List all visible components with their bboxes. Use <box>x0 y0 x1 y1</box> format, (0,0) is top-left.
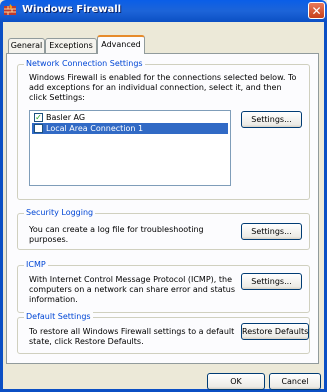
connection-label: Basler AG <box>46 113 86 122</box>
tab-general[interactable]: General <box>8 38 45 53</box>
tab-label: General <box>10 41 43 50</box>
close-icon: ✕ <box>311 4 322 18</box>
cancel-button[interactable]: Cancel <box>269 373 321 390</box>
title-bar[interactable]: Windows Firewall ✕ <box>0 0 327 22</box>
group-title: Security Logging <box>24 208 96 217</box>
connection-item[interactable]: Local Area Connection 1 <box>32 123 228 134</box>
ok-button[interactable]: OK <box>207 373 265 390</box>
security-logging-description: You can create a log file for troublesho… <box>29 225 204 244</box>
tab-exceptions[interactable]: Exceptions <box>45 38 97 53</box>
connection-checkbox[interactable]: ✓ <box>34 113 43 122</box>
network-settings-button[interactable]: Settings... <box>241 111 302 128</box>
network-description: Windows Firewall is enabled for the conn… <box>29 73 297 102</box>
icmp-description: With Internet Control Message Protocol (… <box>29 275 235 304</box>
group-title: Network Connection Settings <box>24 59 145 68</box>
connections-list[interactable]: ✓ Basler AG Local Area Connection 1 <box>29 110 231 186</box>
default-settings-description: To restore all Windows Firewall settings… <box>29 327 235 346</box>
connection-checkbox[interactable] <box>34 124 43 133</box>
connection-item[interactable]: ✓ Basler AG <box>32 112 228 123</box>
icmp-settings-button[interactable]: Settings... <box>241 273 302 290</box>
tab-label: Advanced <box>101 40 141 49</box>
restore-defaults-button[interactable]: Restore Defaults <box>241 323 309 340</box>
tab-label: Exceptions <box>49 41 93 50</box>
security-logging-settings-button[interactable]: Settings... <box>241 223 302 240</box>
group-title: ICMP <box>24 260 48 269</box>
connection-label: Local Area Connection 1 <box>46 124 144 133</box>
window-title: Windows Firewall <box>22 4 122 15</box>
close-button[interactable]: ✕ <box>308 2 325 19</box>
firewall-icon <box>4 4 16 15</box>
tab-advanced[interactable]: Advanced <box>97 35 145 54</box>
group-title: Default Settings <box>24 312 93 321</box>
window-frame-left <box>0 22 3 392</box>
